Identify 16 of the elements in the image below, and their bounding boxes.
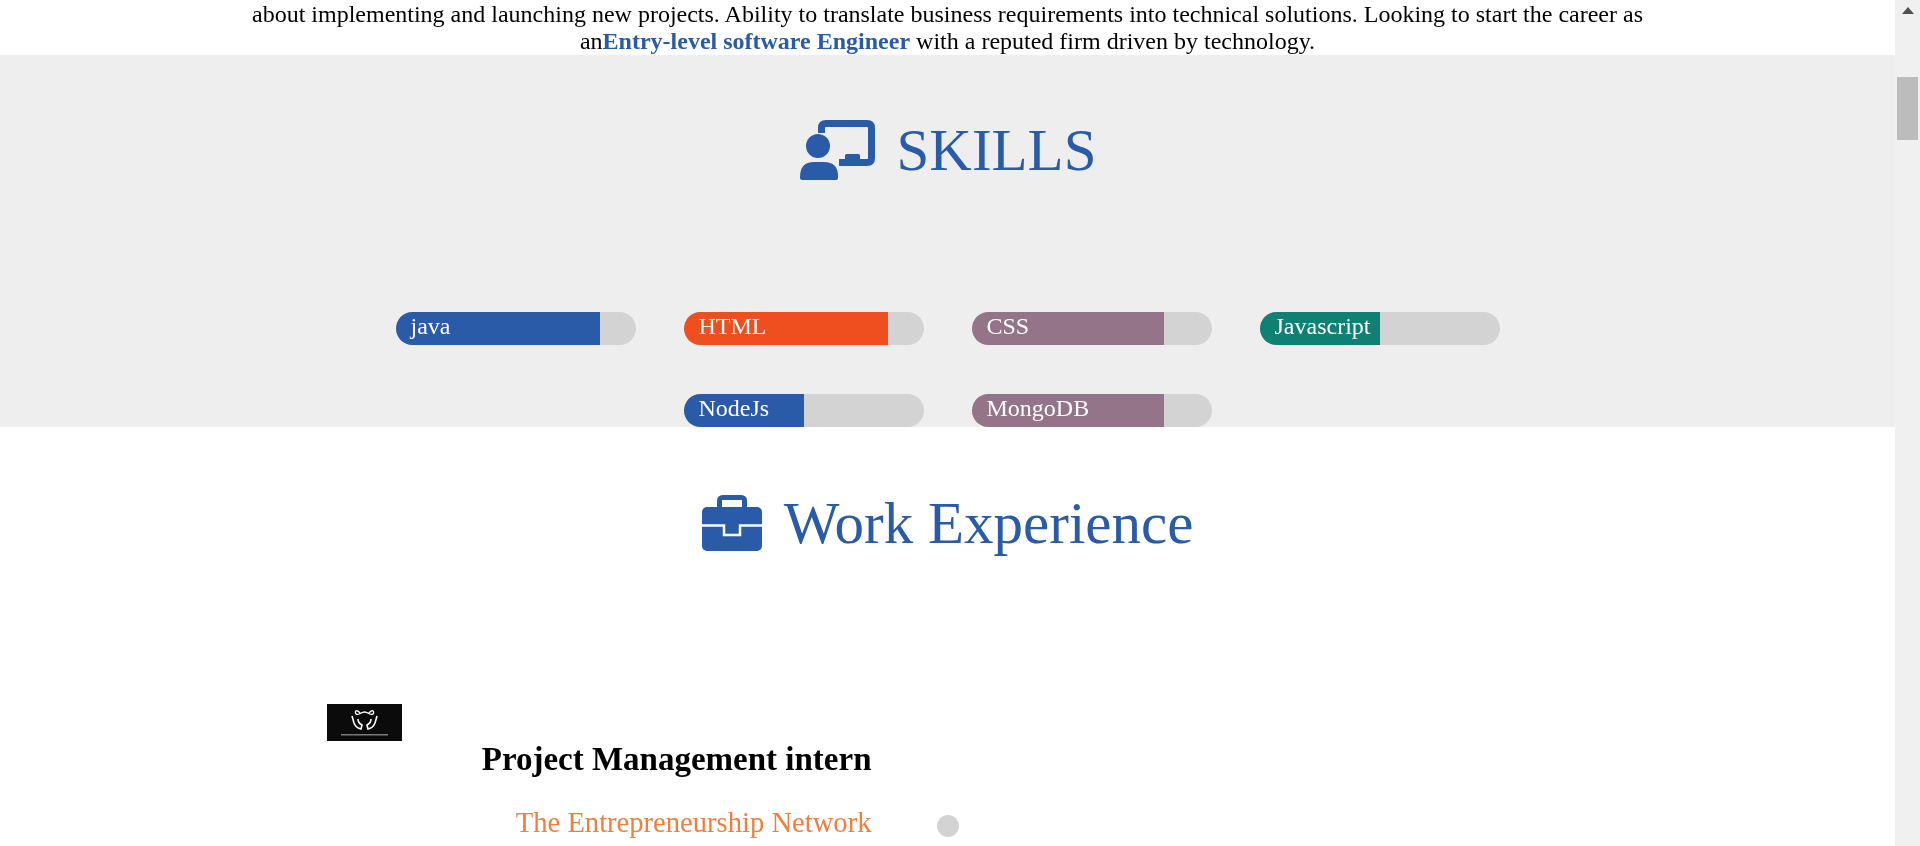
scrollbar[interactable] [1895, 0, 1920, 846]
timeline-dot-icon [936, 815, 959, 837]
intro-paragraph: about implementing and launching new projects. Ability to translate business requirements into technical solutions. Looking to start the career as anEntry-level software Engineer with a reputed firm driven by technology. [251, 0, 1644, 55]
job-title: Project Management intern [481, 741, 872, 777]
skill-name: NodeJs [698, 394, 770, 422]
scrollbar-thumb[interactable] [1897, 77, 1918, 140]
section-heading: SKILLS [896, 120, 1097, 180]
skill-name: HTML [698, 312, 767, 340]
skill-name: Javascript [1274, 312, 1371, 340]
person-at-board-icon [798, 120, 875, 180]
skill-name: CSS [986, 312, 1030, 340]
skill-name: MongoDB [986, 394, 1090, 422]
scroll-up-arrow-icon[interactable] [1901, 7, 1914, 14]
briefcase-icon [701, 495, 762, 551]
skill-name: java [410, 312, 451, 340]
company-name: The Entrepreneurship Network [515, 807, 872, 838]
